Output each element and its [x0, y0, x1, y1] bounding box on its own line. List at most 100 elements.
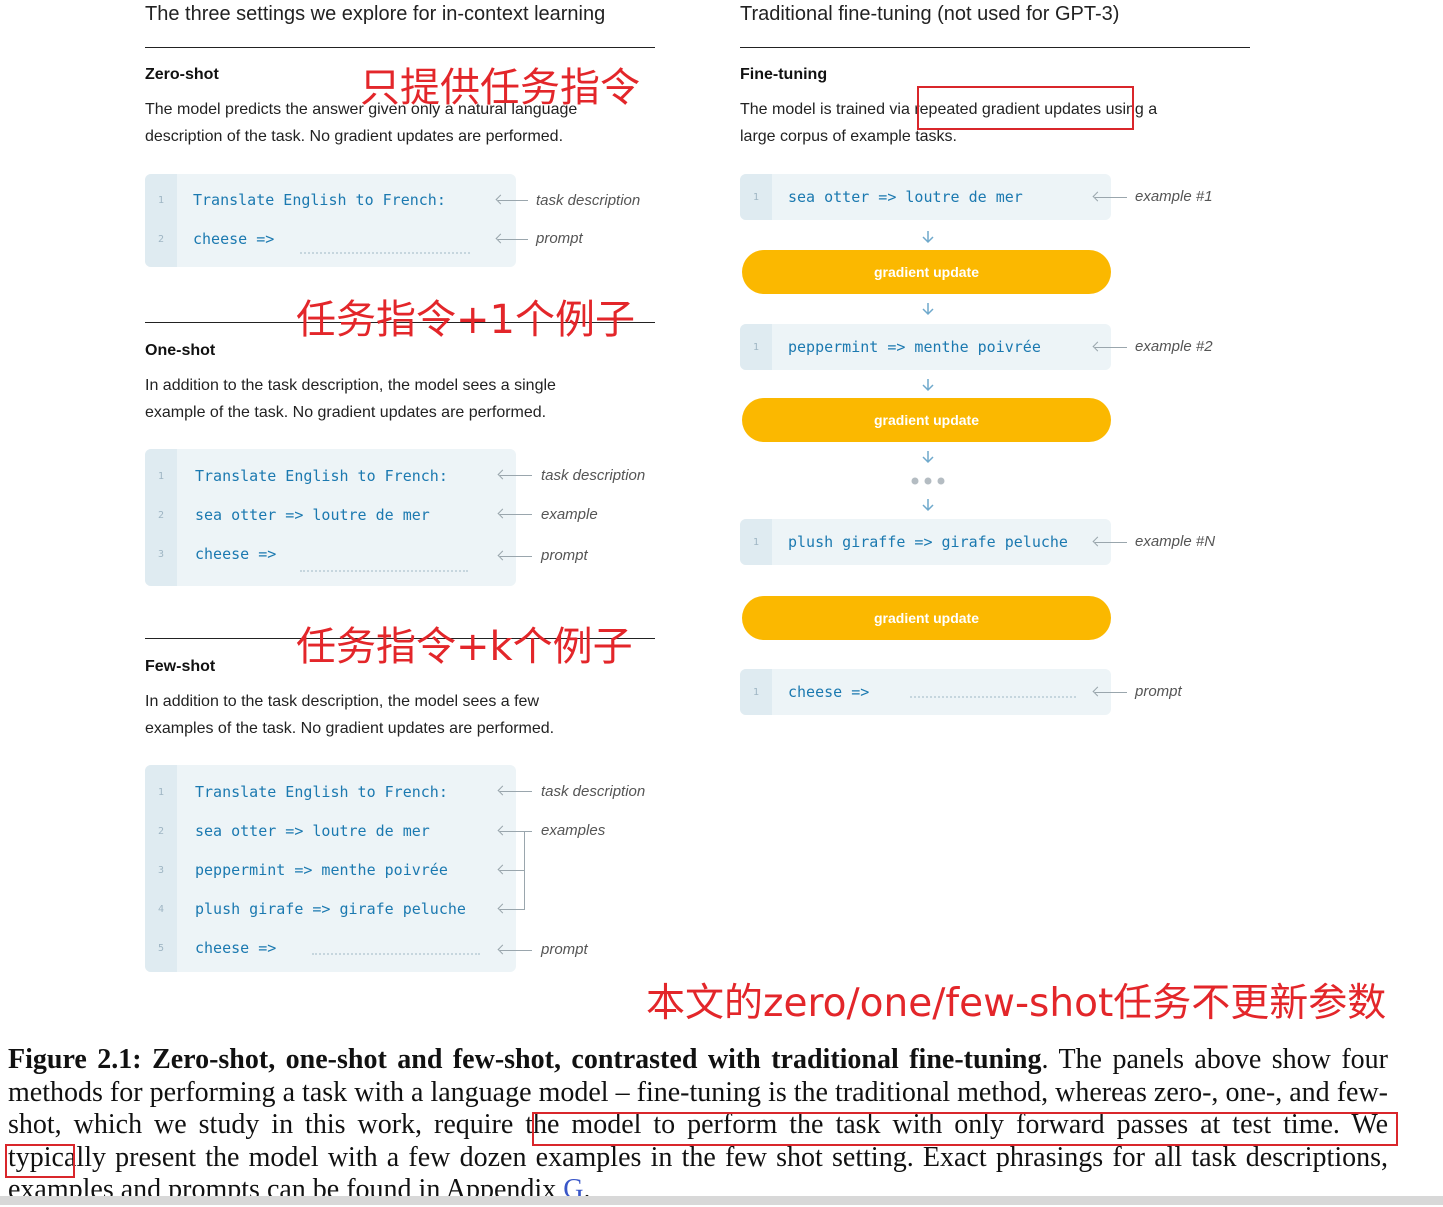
- label-example-1: example #1: [1135, 188, 1213, 205]
- few-shot-desc-line1: In addition to the task description, the…: [145, 693, 540, 710]
- annotation-zero-shot: 只提供任务指令: [360, 65, 640, 111]
- line-number: 2: [157, 234, 165, 245]
- highlight-box-gradient-updates: [917, 86, 1134, 130]
- caption-bold-title: Zero-shot, one-shot and few-shot, contra…: [152, 1044, 1042, 1075]
- label-task-description: task description: [541, 783, 646, 800]
- zero-shot-desc-line2: description of the task. No gradient upd…: [145, 128, 564, 145]
- label-prompt: prompt: [1135, 683, 1182, 700]
- zero-shot-heading: Zero-shot: [145, 66, 219, 83]
- line-number: 1: [752, 342, 760, 353]
- code-line-prompt: cheese =>: [788, 683, 870, 701]
- line-number: 1: [752, 687, 760, 698]
- prompt-blank: [300, 252, 470, 254]
- caption-label: Figure 2.1:: [8, 1044, 142, 1075]
- code-line-example: plush giraffe => girafe peluche: [788, 533, 1068, 551]
- label-task-description: task description: [541, 467, 646, 484]
- pointer-arrow: [500, 514, 532, 515]
- pointer-arrow: [500, 475, 532, 476]
- pointer-arrow: [500, 950, 532, 951]
- line-number: 5: [157, 943, 165, 954]
- label-examples: examples: [541, 822, 606, 839]
- prompt-blank: [312, 953, 480, 955]
- code-gutter: [145, 174, 177, 267]
- down-arrow-icon: [922, 303, 934, 316]
- prompt-blank: [910, 696, 1076, 698]
- gradient-update-badge: gradient update: [742, 250, 1111, 294]
- pointer-arrow: [1095, 542, 1127, 543]
- highlight-box-forward-passes: [532, 1112, 1398, 1146]
- label-prompt: prompt: [536, 230, 583, 247]
- annotation-one-shot: 任务指令+1个例子: [296, 297, 635, 343]
- label-example-2: example #2: [1135, 338, 1213, 355]
- few-shot-heading: Few-shot: [145, 658, 216, 675]
- line-number: 1: [157, 471, 165, 482]
- one-shot-desc-line2: example of the task. No gradient updates…: [145, 404, 547, 421]
- down-arrow-icon: [922, 379, 934, 392]
- code-line-example: plush girafe => girafe peluche: [195, 900, 466, 918]
- code-line-prompt: cheese =>: [195, 545, 277, 563]
- few-shot-code-block: 1 Translate English to French: 2 sea ott…: [145, 765, 516, 972]
- fine-tuning-example-block-1: 1 sea otter => loutre de mer: [740, 174, 1111, 220]
- fine-tuning-prompt-block: 1 cheese =>: [740, 669, 1111, 715]
- code-line-prompt: cheese =>: [193, 230, 275, 248]
- line-number: 1: [752, 537, 760, 548]
- right-title-rule: [740, 47, 1250, 48]
- few-shot-desc-line2: examples of the task. No gradient update…: [145, 720, 555, 737]
- fine-tuning-heading: Fine-tuning: [740, 66, 828, 83]
- code-line-task: Translate English to French:: [195, 467, 448, 485]
- line-number: 2: [157, 510, 165, 521]
- prompt-blank: [300, 570, 468, 572]
- down-arrow-icon: [922, 231, 934, 244]
- left-title-rule: [145, 47, 655, 48]
- code-line-example: sea otter => loutre de mer: [788, 188, 1023, 206]
- pointer-arrow: [500, 791, 532, 792]
- fine-tuning-example-block-n: 1 plush giraffe => girafe peluche: [740, 519, 1111, 565]
- gradient-update-badge: gradient update: [742, 596, 1111, 640]
- ellipsis-icon: [911, 477, 945, 485]
- annotation-note: 本文的zero/one/few-shot任务不更新参数: [646, 981, 1387, 1026]
- label-task-description: task description: [536, 192, 641, 209]
- fine-tuning-desc-part1: The model is trained via: [740, 101, 910, 118]
- pointer-arrow: [498, 239, 528, 240]
- pointer-arrow: [500, 909, 524, 910]
- code-line-example: peppermint => menthe poivrée: [195, 861, 448, 879]
- down-arrow-icon: [922, 451, 934, 464]
- pointer-arrow: [500, 556, 532, 557]
- one-shot-heading: One-shot: [145, 342, 216, 359]
- left-panel-title: The three settings we explore for in-con…: [145, 3, 606, 25]
- pointer-arrow: [1095, 197, 1127, 198]
- code-line-task: Translate English to French:: [193, 191, 446, 209]
- line-number: 3: [157, 549, 165, 560]
- label-prompt: prompt: [541, 941, 588, 958]
- highlight-box-time: [5, 1144, 75, 1178]
- examples-bracket: [524, 831, 525, 910]
- line-number: 1: [752, 192, 760, 203]
- code-line-example: sea otter => loutre de mer: [195, 506, 430, 524]
- label-prompt: prompt: [541, 547, 588, 564]
- pointer-arrow: [498, 200, 528, 201]
- line-number: 1: [157, 787, 165, 798]
- zero-shot-code-block: 1 Translate English to French: 2 cheese …: [145, 174, 516, 267]
- one-shot-desc-line1: In addition to the task description, the…: [145, 377, 556, 394]
- gradient-update-badge: gradient update: [742, 398, 1111, 442]
- right-panel-title: Traditional fine-tuning (not used for GP…: [740, 3, 1120, 25]
- line-number: 3: [157, 865, 165, 876]
- pointer-arrow: [1095, 347, 1127, 348]
- code-line-example: sea otter => loutre de mer: [195, 822, 430, 840]
- few-shot-description: In addition to the task description, the…: [145, 688, 554, 742]
- fine-tuning-example-block-2: 1 peppermint => menthe poivrée: [740, 324, 1111, 370]
- pointer-arrow: [1095, 692, 1127, 693]
- pointer-arrow: [500, 831, 532, 832]
- one-shot-code-block: 1 Translate English to French: 2 sea ott…: [145, 449, 516, 586]
- line-number: 1: [157, 195, 165, 206]
- bottom-scrollbar-strip[interactable]: [0, 1196, 1443, 1205]
- label-example: example: [541, 506, 598, 523]
- line-number: 4: [157, 904, 165, 915]
- annotation-few-shot: 任务指令+k个例子: [296, 624, 633, 670]
- code-line-prompt: cheese =>: [195, 939, 277, 957]
- code-line-task: Translate English to French:: [195, 783, 448, 801]
- one-shot-description: In addition to the task description, the…: [145, 372, 556, 426]
- label-example-n: example #N: [1135, 533, 1216, 550]
- down-arrow-icon: [922, 499, 934, 512]
- code-line-example: peppermint => menthe poivrée: [788, 338, 1041, 356]
